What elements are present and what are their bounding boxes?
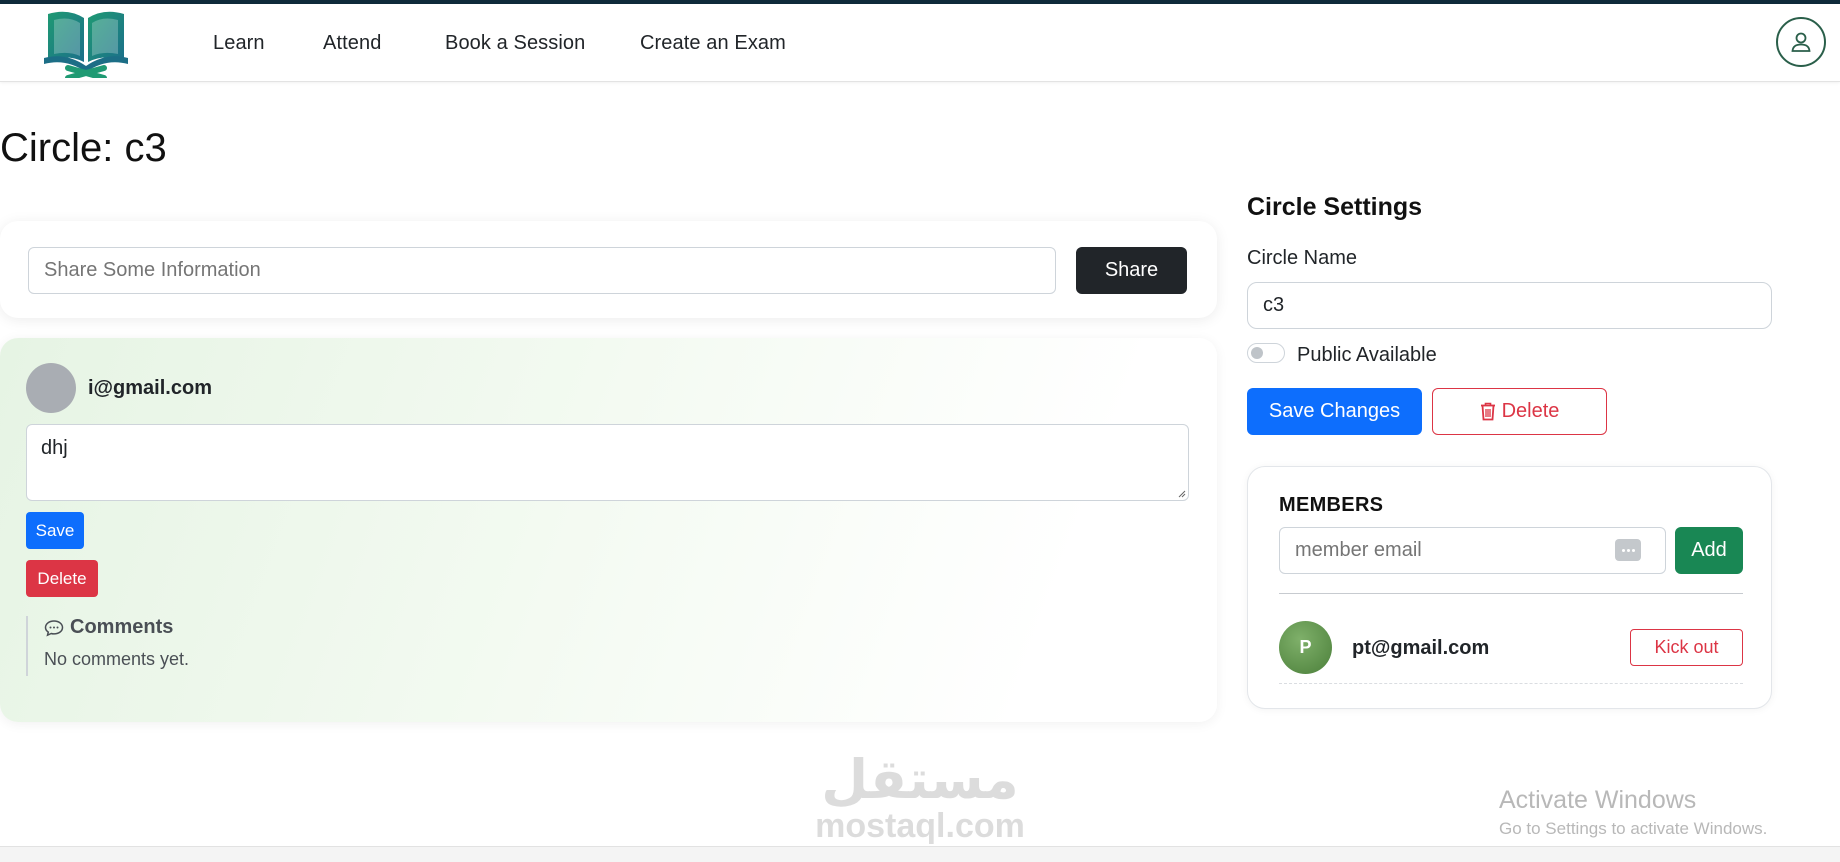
share-button[interactable]: Share [1076, 247, 1187, 294]
comments-empty-text: No comments yet. [44, 649, 190, 669]
circle-name-label: Circle Name [1247, 247, 1358, 269]
activate-windows-notice: Activate Windows Go to Settings to activ… [1499, 786, 1767, 839]
add-member-button[interactable]: Add [1675, 527, 1743, 574]
save-changes-button[interactable]: Save Changes [1247, 388, 1422, 435]
bottom-bar [0, 846, 1840, 862]
public-toggle[interactable] [1247, 343, 1285, 363]
avatar [26, 363, 76, 413]
trash-icon [1480, 402, 1495, 421]
delete-circle-label: Delete [1501, 400, 1560, 422]
nav-create-exam[interactable]: Create an Exam [640, 32, 786, 55]
profile-button[interactable] [1776, 17, 1826, 67]
navbar: Learn Attend Book a Session Create an Ex… [0, 4, 1840, 82]
share-input[interactable] [28, 247, 1056, 294]
members-title: MEMBERS [1279, 494, 1384, 516]
post-card: i@gmail.com dhj Save Delete Comments No … [0, 338, 1217, 722]
page-title: Circle: c3 [0, 126, 167, 170]
post-text: dhj [41, 437, 68, 459]
comments-title: Comments [70, 616, 174, 638]
member-email-input[interactable] [1279, 527, 1666, 574]
delete-circle-button[interactable]: Delete [1432, 388, 1607, 435]
resize-grip-icon[interactable] [1176, 488, 1186, 498]
nav-book-session[interactable]: Book a Session [445, 32, 585, 55]
logo[interactable] [38, 6, 134, 81]
member-avatar: P [1279, 621, 1332, 674]
member-email: pt@gmail.com [1352, 637, 1490, 659]
member-row-divider [1279, 683, 1743, 684]
post-author: i@gmail.com [88, 377, 212, 399]
post-textarea[interactable]: dhj [26, 424, 1189, 501]
book-logo-icon [44, 11, 128, 81]
activate-windows-title: Activate Windows [1499, 786, 1697, 814]
watermark: مستقل mostaql.com [800, 748, 1040, 845]
share-card: Share [0, 221, 1217, 318]
activate-windows-subtitle: Go to Settings to activate Windows. [1499, 819, 1768, 838]
nav-learn[interactable]: Learn [213, 32, 265, 55]
circle-name-input[interactable] [1247, 282, 1772, 329]
members-card: MEMBERS Add P pt@gmail.com Kick out [1247, 466, 1772, 709]
comments-heading: Comments [44, 616, 426, 639]
user-icon [1791, 32, 1811, 52]
kick-out-button[interactable]: Kick out [1630, 629, 1743, 666]
password-manager-icon[interactable] [1615, 539, 1641, 561]
divider [1279, 593, 1743, 594]
watermark-arabic: مستقل [821, 748, 1019, 811]
post-delete-button[interactable]: Delete [26, 560, 98, 597]
watermark-latin: mostaql.com [815, 807, 1025, 845]
comments-section: Comments No comments yet. [26, 616, 426, 676]
post-save-button[interactable]: Save [26, 512, 84, 549]
nav-attend[interactable]: Attend [323, 32, 381, 55]
chat-bubble-icon [44, 619, 64, 637]
settings-title: Circle Settings [1247, 193, 1423, 221]
public-toggle-label: Public Available [1297, 344, 1437, 366]
